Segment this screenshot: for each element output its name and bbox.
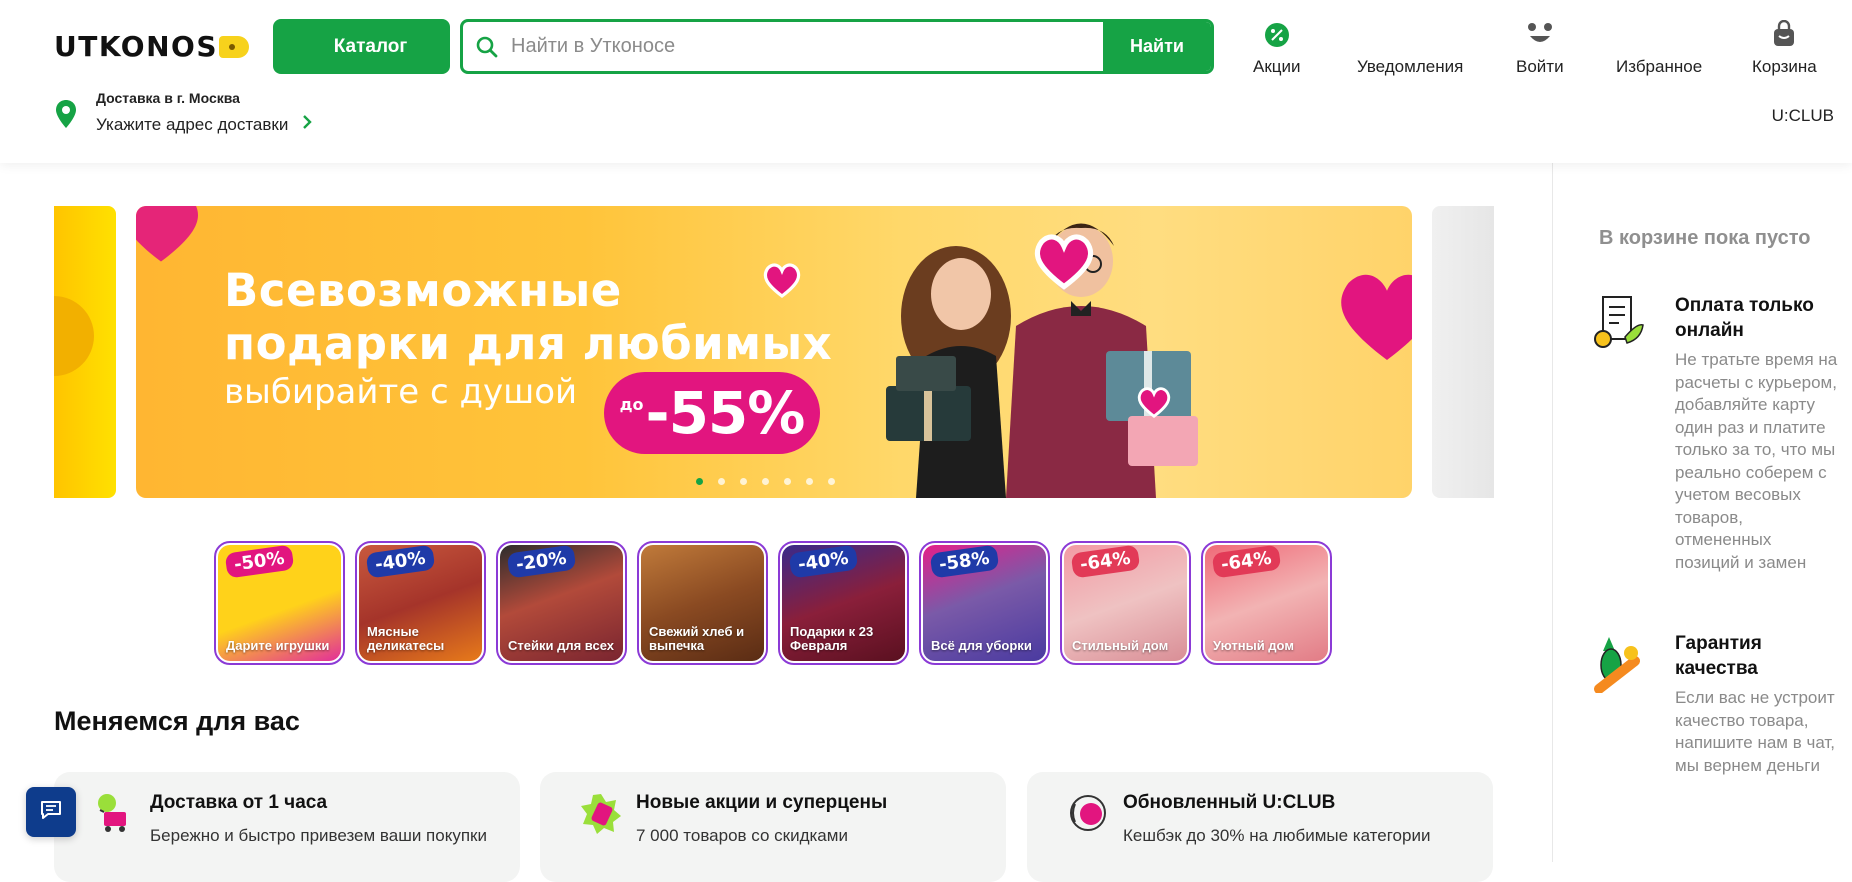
nav-favorites-label: Избранное: [1616, 57, 1703, 76]
search-icon: [463, 22, 511, 71]
chat-icon: [40, 800, 62, 825]
category-label: Мясные деликатесы: [367, 624, 445, 653]
site-header: UTKONOS Каталог Найти Акции Уведомления …: [0, 0, 1852, 163]
feature-card-delivery[interactable]: Доставка от 1 часа Бережно и быстро прив…: [54, 772, 520, 882]
nav-login-label: Войти: [1516, 57, 1564, 76]
user-face-icon: [1526, 18, 1554, 48]
discount-badge: -40%: [365, 545, 435, 579]
percent-icon: [1264, 18, 1290, 48]
benefit-quality-guarantee: Гарантия качества Если вас не устроит ка…: [1589, 631, 1839, 777]
card-text: Кешбэк до 30% на любимые категории: [1123, 826, 1431, 845]
uclub-link[interactable]: U:CLUB: [1772, 106, 1834, 126]
search-button[interactable]: Найти: [1103, 22, 1211, 71]
feature-card-uclub[interactable]: Обновленный U:CLUB Кешбэк до 30% на люби…: [1027, 772, 1493, 882]
carousel-dot[interactable]: [696, 478, 703, 485]
category-tile-feb23[interactable]: -40% Подарки к 23 Февраля: [778, 541, 909, 665]
category-label: Стильный дом: [1072, 638, 1169, 653]
banner-title: Всевозможные подарки для любимых: [224, 264, 833, 370]
category-tile-cleaning[interactable]: -58% Всё для уборки: [919, 541, 1050, 665]
benefit-text: Если вас не устроит качество товара, нап…: [1675, 688, 1836, 775]
nav-promotions[interactable]: Акции: [1253, 18, 1301, 77]
cart-bag-icon: [1771, 18, 1797, 48]
catalog-button[interactable]: Каталог: [273, 19, 450, 74]
banner-next-slide[interactable]: [1432, 206, 1494, 498]
discount-badge: -40%: [788, 545, 858, 579]
bell-icon: [1410, 18, 1411, 48]
feature-card-promotions[interactable]: Новые акции и суперцены 7 000 товаров со…: [540, 772, 1006, 882]
discount-badge: -50%: [224, 545, 294, 579]
chat-button[interactable]: [26, 787, 76, 837]
search-input[interactable]: [511, 22, 1103, 71]
logo-text: UTKONOS: [54, 30, 218, 63]
discount-badge: -58%: [929, 545, 999, 579]
cart-empty-message: В корзине пока пусто: [1599, 227, 1811, 249]
card-text: Бережно и быстро привезем ваши покупки: [150, 826, 487, 845]
category-tile-stylish-home[interactable]: -64% Стильный дом: [1060, 541, 1191, 665]
category-label: Стейки для всех: [508, 638, 614, 653]
category-tile-toys[interactable]: -50% Дарите игрушки: [214, 541, 345, 665]
discount-tag-icon: [580, 792, 622, 839]
heart-icon: [1659, 18, 1660, 48]
carousel-dot[interactable]: [784, 478, 791, 485]
card-title: Новые акции и суперцены: [636, 792, 888, 813]
carousel-dot[interactable]: [740, 478, 747, 485]
category-tile-bread[interactable]: Свежий хлеб и выпечка: [637, 541, 768, 665]
heart-decoration-icon: [136, 206, 198, 262]
delivery-city: Доставка в г. Москва: [96, 90, 240, 106]
category-tiles: -50% Дарите игрушки -40% Мясные деликате…: [214, 541, 1332, 665]
category-tile-steaks[interactable]: -20% Стейки для всех: [496, 541, 627, 665]
delivery-cart-icon: [94, 792, 136, 839]
heart-decoration-icon: [1034, 234, 1094, 290]
card-title: Доставка от 1 часа: [150, 792, 328, 813]
category-tile-meat[interactable]: -40% Мясные деликатесы: [355, 541, 486, 665]
discount-badge: -64%: [1211, 545, 1281, 579]
cart-sidebar: В корзине пока пусто Оплата только онлай…: [1552, 163, 1852, 862]
location-pin-icon: [56, 100, 76, 133]
discount-badge: -20%: [506, 545, 576, 579]
nav-login[interactable]: Войти: [1516, 18, 1564, 77]
logo-mark-icon: [218, 35, 249, 58]
nav-notifications-label: Уведомления: [1357, 57, 1464, 76]
delivery-address[interactable]: Доставка в г. Москва Укажите адрес доста…: [56, 90, 313, 135]
nav-notifications[interactable]: Уведомления: [1357, 18, 1463, 77]
nav-cart[interactable]: Корзина: [1752, 18, 1817, 77]
heart-decoration-icon: [1137, 387, 1171, 418]
category-tile-cozy-home[interactable]: -64% Уютный дом: [1201, 541, 1332, 665]
search-bar: Найти: [460, 19, 1214, 74]
benefit-online-payment: Оплата только онлайн Не тратьте время на…: [1589, 293, 1839, 574]
category-label: Подарки к 23 Февраля: [790, 624, 874, 653]
card-title: Обновленный U:CLUB: [1123, 792, 1336, 813]
logo[interactable]: UTKONOS: [54, 30, 249, 63]
delivery-address-prompt: Укажите адрес доставки: [96, 114, 289, 134]
receipt-icon: [1589, 293, 1649, 360]
carousel-dot[interactable]: [828, 478, 835, 485]
discount-badge: -64%: [1070, 545, 1140, 579]
carousel-dots: [696, 478, 835, 485]
section-title: Меняемся для вас: [54, 706, 300, 736]
nav-favorites[interactable]: Избранное: [1616, 18, 1702, 77]
category-label: Всё для уборки: [931, 638, 1032, 653]
chevron-right-icon: [302, 114, 313, 135]
category-label: Дарите игрушки: [226, 638, 330, 653]
carousel-dot[interactable]: [762, 478, 769, 485]
nav-cart-label: Корзина: [1752, 57, 1817, 76]
category-label: Уютный дом: [1213, 638, 1294, 653]
nav-promotions-label: Акции: [1253, 57, 1301, 76]
carousel-dot[interactable]: [806, 478, 813, 485]
promo-banner[interactable]: Всевозможные подарки для любимых выбирай…: [136, 206, 1412, 498]
uclub-icon: [1067, 792, 1109, 839]
banner-discount-badge: до -55%: [604, 372, 820, 454]
banner-prev-slide[interactable]: [54, 206, 116, 498]
banner-subtitle: выбирайте с душой: [224, 372, 578, 412]
vegetables-icon: [1589, 631, 1649, 698]
benefit-text: Не тратьте время на расчеты с курьером, …: [1675, 350, 1838, 572]
carousel-dot[interactable]: [718, 478, 725, 485]
benefit-title: Оплата только онлайн: [1675, 295, 1814, 341]
heart-decoration-icon: [1341, 274, 1412, 360]
category-label: Свежий хлеб и выпечка: [649, 624, 745, 653]
heart-decoration-icon: [763, 263, 801, 298]
benefit-title: Гарантия качества: [1675, 633, 1762, 679]
card-text: 7 000 товаров со скидками: [636, 826, 848, 845]
